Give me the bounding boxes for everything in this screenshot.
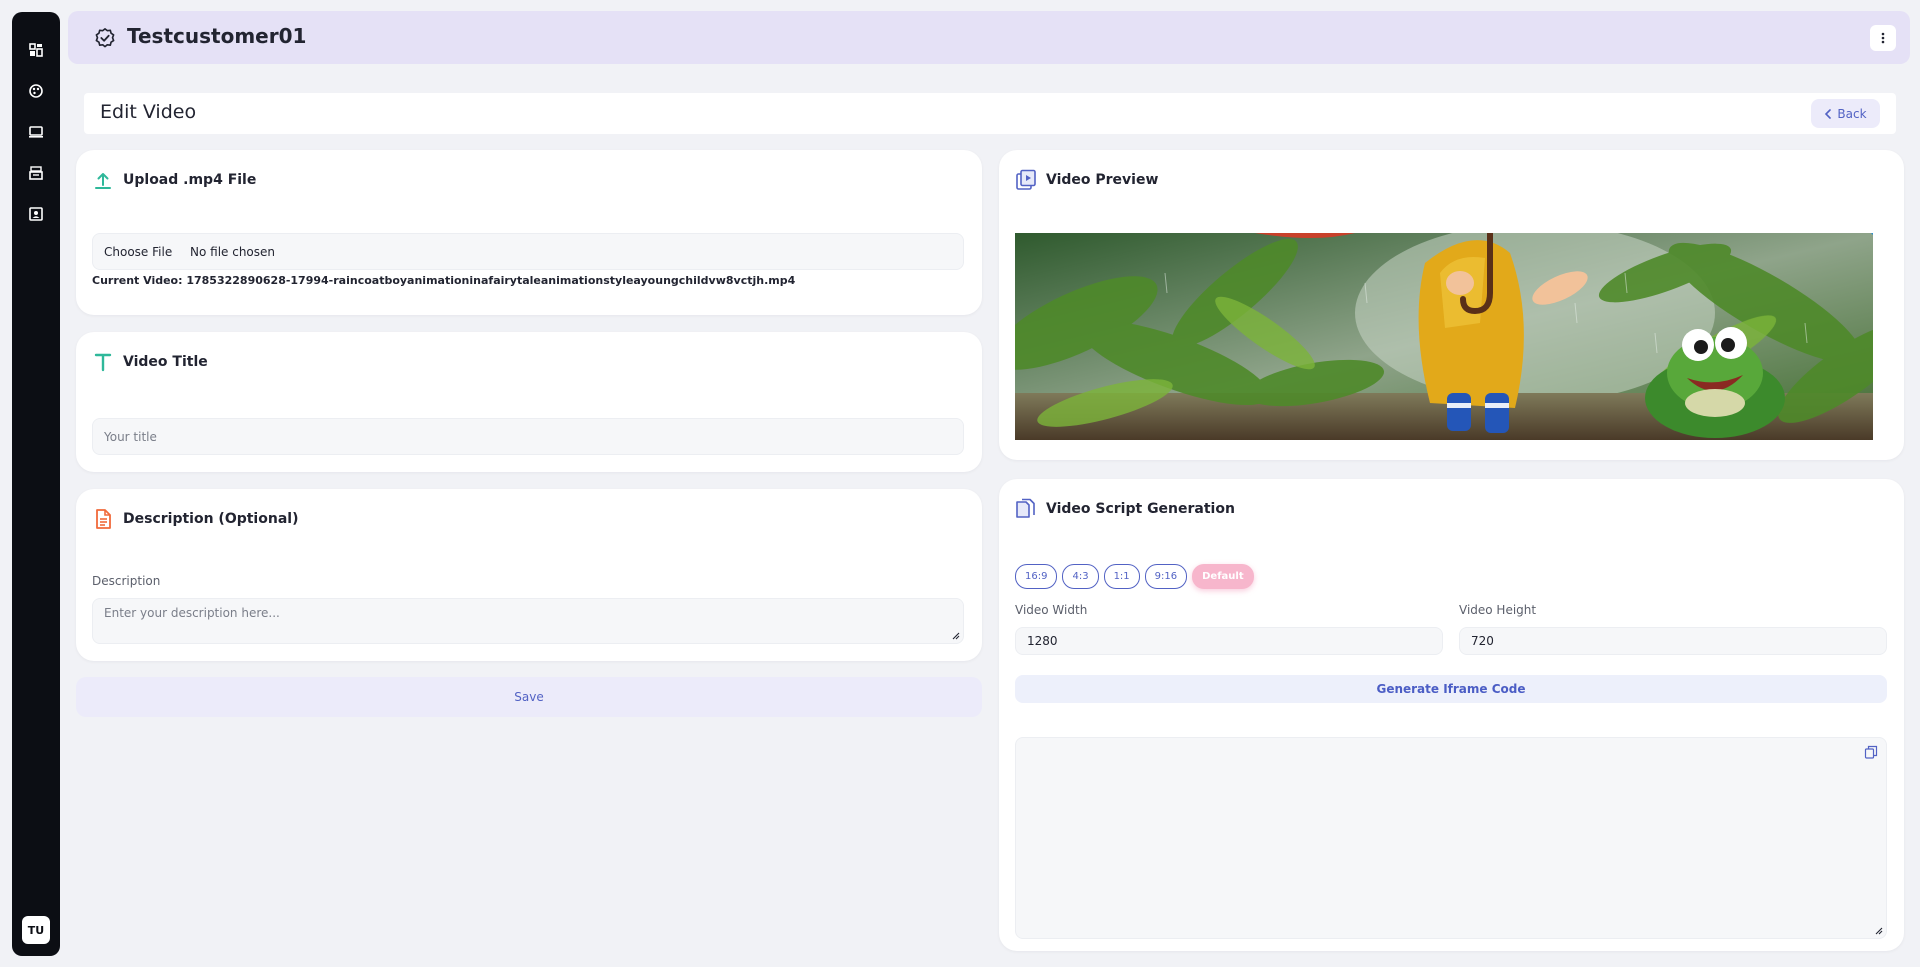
description-header: Description (Optional) — [92, 508, 298, 530]
video-preview-title: Video Preview — [1046, 172, 1159, 188]
back-label: Back — [1837, 106, 1867, 121]
chevron-left-icon — [1825, 108, 1832, 119]
ratio-9-16-button[interactable]: 9:16 — [1144, 564, 1188, 589]
description-placeholder: Enter your description here... — [104, 606, 280, 620]
description-label: Description — [92, 574, 161, 588]
video-title-input[interactable]: Your title — [92, 418, 964, 455]
ratio-4-3-button[interactable]: 4:3 — [1062, 564, 1099, 589]
video-script-card: Video Script Generation 16:9 4:3 1:1 9:1… — [999, 479, 1904, 951]
video-preview-card: Video Preview — [999, 150, 1904, 460]
description-title: Description (Optional) — [123, 511, 299, 527]
page-header: Edit Video Back — [84, 93, 1896, 134]
current-video-filename: Current Video: 1785322890628-17994-rainc… — [92, 274, 796, 287]
copy-icon[interactable] — [1864, 745, 1878, 759]
video-width-label: Video Width — [1015, 603, 1088, 617]
page-title: Edit Video — [100, 101, 197, 123]
copy-files-icon — [1016, 498, 1035, 518]
video-title-header: Video Title — [92, 351, 208, 373]
video-script-header: Video Script Generation — [1015, 498, 1235, 520]
video-title-card: Video Title Your title — [76, 332, 982, 472]
file-input[interactable]: Choose File No file chosen — [92, 233, 964, 270]
ratio-1-1-button[interactable]: 1:1 — [1103, 564, 1140, 589]
dashboard-icon[interactable] — [24, 38, 48, 62]
avatar[interactable]: TU — [22, 916, 50, 944]
video-file-icon — [1016, 169, 1036, 190]
upload-header: Upload .mp4 File — [92, 169, 256, 191]
resize-handle-icon[interactable] — [1874, 926, 1883, 935]
video-script-title: Video Script Generation — [1046, 501, 1235, 517]
brand-title: Testcustomer01 — [127, 24, 307, 48]
video-preview-header: Video Preview — [1015, 169, 1158, 191]
file-status: No file chosen — [190, 245, 276, 259]
badge-check-icon — [95, 28, 115, 48]
upload-icon — [95, 173, 111, 189]
document-icon — [96, 509, 111, 529]
contact-card-icon[interactable] — [24, 202, 48, 226]
generate-iframe-button[interactable]: Generate Iframe Code — [1015, 675, 1887, 703]
back-button[interactable]: Back — [1811, 99, 1880, 128]
save-button[interactable]: Save — [76, 677, 982, 717]
ratio-default-button[interactable]: Default — [1192, 564, 1254, 589]
aspect-ratio-group: 16:9 4:3 1:1 9:16 Default — [1015, 564, 1254, 589]
video-player[interactable] — [1015, 233, 1881, 440]
sidebar: TU — [12, 12, 60, 956]
text-type-icon — [94, 353, 112, 372]
video-thumbnail — [1015, 233, 1881, 440]
ratio-16-9-button[interactable]: 16:9 — [1015, 564, 1058, 589]
top-bar: Testcustomer01 — [68, 11, 1910, 64]
kebab-menu-icon — [1881, 32, 1885, 44]
inbox-icon[interactable] — [24, 161, 48, 185]
video-width-input[interactable]: 1280 — [1015, 627, 1443, 655]
choose-file-button[interactable]: Choose File — [104, 245, 172, 259]
upload-card: Upload .mp4 File Choose File No file cho… — [76, 150, 982, 315]
video-height-input[interactable]: 720 — [1459, 627, 1887, 655]
iframe-code-textarea[interactable] — [1015, 737, 1887, 939]
description-card: Description (Optional) Description Enter… — [76, 489, 982, 661]
monitor-icon[interactable] — [24, 120, 48, 144]
more-options-button[interactable] — [1870, 25, 1896, 51]
video-height-label: Video Height — [1459, 603, 1537, 617]
palette-icon[interactable] — [24, 79, 48, 103]
upload-title: Upload .mp4 File — [123, 172, 257, 188]
description-textarea[interactable]: Enter your description here... — [92, 598, 964, 644]
resize-handle-icon[interactable] — [951, 631, 960, 640]
video-title-heading: Video Title — [123, 354, 208, 370]
